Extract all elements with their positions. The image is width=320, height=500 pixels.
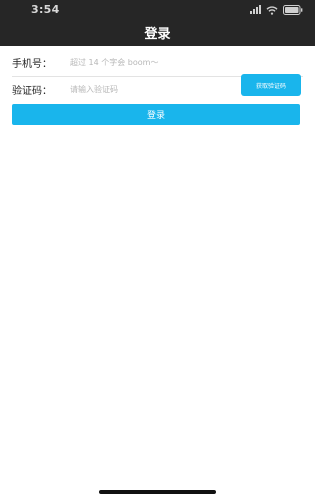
get-code-button[interactable]: 获取验证码 (241, 74, 301, 96)
top-bar: 3:54 登录 (0, 0, 315, 46)
wifi-icon (266, 5, 278, 15)
phone-input[interactable] (70, 52, 303, 72)
phone-row: 手机号： (12, 48, 303, 77)
home-indicator (99, 490, 216, 494)
status-bar: 3:54 (0, 0, 315, 20)
status-time: 3:54 (31, 3, 60, 16)
code-label: 验证码： (12, 85, 52, 97)
page-title: 登录 (144, 27, 171, 42)
status-icons (250, 5, 303, 15)
signal-icon (250, 5, 261, 14)
battery-icon (283, 5, 303, 15)
login-button[interactable]: 登录 (12, 104, 300, 125)
login-screen: 3:54 登录 手机号： 超过 14 个字会 boom～ 验证码： 请输入验证码… (0, 0, 315, 500)
phone-label: 手机号： (12, 58, 52, 70)
